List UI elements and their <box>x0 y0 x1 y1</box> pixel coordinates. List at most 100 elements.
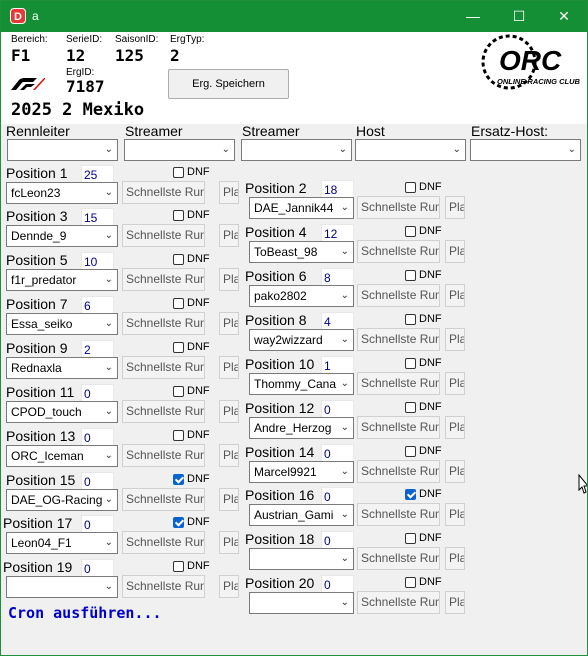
position-3-driver-dropdown[interactable]: Dennde_9 ⌄ <box>6 225 118 247</box>
position-8-fastest-lap-button[interactable]: Schnellste Runde <box>357 328 440 351</box>
position-17-dnf-checkbox[interactable]: DNF <box>173 516 210 528</box>
chevron-down-icon: ⌄ <box>104 230 113 241</box>
position-4-dnf-checkbox[interactable]: DNF <box>405 225 442 237</box>
position-6-fastest-lap-button[interactable]: Schnellste Runde <box>357 284 440 307</box>
dnf-label: DNF <box>419 181 442 193</box>
rennleiter-dropdown[interactable]: ⌄ <box>7 139 118 161</box>
streamer-1-dropdown[interactable]: ⌄ <box>124 139 235 161</box>
position-20-pla-button[interactable]: Pla <box>445 591 465 614</box>
position-13-driver-dropdown[interactable]: ORC_Iceman ⌄ <box>6 445 118 467</box>
position-19-driver-dropdown[interactable]: ⌄ <box>6 576 118 598</box>
position-9-driver-dropdown[interactable]: Rednaxla ⌄ <box>6 357 118 379</box>
ersatz-host-dropdown[interactable]: ⌄ <box>470 139 581 161</box>
streamer-2-dropdown[interactable]: ⌄ <box>241 139 352 161</box>
position-2-dnf-checkbox[interactable]: DNF <box>405 181 442 193</box>
cron-run-link[interactable]: Cron ausführen... <box>8 604 162 622</box>
position-13-driver-value: ORC_Iceman <box>11 449 84 463</box>
position-11-driver-dropdown[interactable]: CPOD_touch ⌄ <box>6 401 118 423</box>
position-18-pla-button[interactable]: Pla <box>445 547 465 570</box>
position-14-dnf-checkbox[interactable]: DNF <box>405 445 442 457</box>
minimize-button[interactable]: — <box>450 1 496 32</box>
app-window: D a — ☐ ✕ Bereich: F1 SerieID: 12 Saison… <box>0 0 588 656</box>
position-14-pla-button[interactable]: Pla <box>445 460 465 483</box>
dnf-label: DNF <box>187 166 210 178</box>
position-1-pla-button[interactable]: Pla <box>219 181 239 204</box>
position-18-fastest-lap-button[interactable]: Schnellste Runde <box>357 547 440 570</box>
maximize-button[interactable]: ☐ <box>496 1 542 32</box>
position-10-fastest-lap-button[interactable]: Schnellste Runde <box>357 372 440 395</box>
position-8-dnf-checkbox[interactable]: DNF <box>405 313 442 325</box>
position-4-fastest-lap-button[interactable]: Schnellste Runde <box>357 240 440 263</box>
position-1-driver-dropdown[interactable]: fcLeon23 ⌄ <box>6 182 118 204</box>
position-7-pla-button[interactable]: Pla <box>219 312 239 335</box>
position-4-driver-dropdown[interactable]: ToBeast_98 ⌄ <box>249 241 354 263</box>
position-17-fastest-lap-button[interactable]: Schnellste Runde <box>122 531 205 554</box>
position-18-dnf-checkbox[interactable]: DNF <box>405 532 442 544</box>
position-6-pla-button[interactable]: Pla <box>445 284 465 307</box>
position-5-driver-dropdown[interactable]: f1r_predator ⌄ <box>6 269 118 291</box>
position-1-fastest-lap-button[interactable]: Schnellste Runde <box>122 181 205 204</box>
position-14-driver-dropdown[interactable]: Marcel9921 ⌄ <box>249 461 354 483</box>
position-12-fastest-lap-button[interactable]: Schnellste Runde <box>357 416 440 439</box>
position-15-pla-button[interactable]: Pla <box>219 488 239 511</box>
position-12-pla-button[interactable]: Pla <box>445 416 465 439</box>
position-10-driver-dropdown[interactable]: Thommy_Cana ⌄ <box>249 373 354 395</box>
position-20-driver-dropdown[interactable]: ⌄ <box>249 592 354 614</box>
position-12-dnf-checkbox[interactable]: DNF <box>405 401 442 413</box>
position-20-fastest-lap-button[interactable]: Schnellste Runde <box>357 591 440 614</box>
position-3-dnf-checkbox[interactable]: DNF <box>173 209 210 221</box>
position-20-dnf-checkbox[interactable]: DNF <box>405 576 442 588</box>
position-11-dnf-checkbox[interactable]: DNF <box>173 385 210 397</box>
position-5-pla-button[interactable]: Pla <box>219 268 239 291</box>
position-15-driver-dropdown[interactable]: DAE_OG-Racing ⌄ <box>6 489 118 511</box>
position-19-pla-button[interactable]: Pla <box>219 575 239 598</box>
position-10-dnf-checkbox[interactable]: DNF <box>405 357 442 369</box>
position-17-pla-button[interactable]: Pla <box>219 531 239 554</box>
position-10-pla-button[interactable]: Pla <box>445 372 465 395</box>
position-19-fastest-lap-button[interactable]: Schnellste Runde <box>122 575 205 598</box>
close-button[interactable]: ✕ <box>541 1 587 32</box>
position-13-fastest-lap-button[interactable]: Schnellste Runde <box>122 444 205 467</box>
position-2-driver-dropdown[interactable]: DAE_Jannik44 ⌄ <box>249 197 354 219</box>
position-8-driver-dropdown[interactable]: way2wizzard ⌄ <box>249 329 354 351</box>
save-results-button[interactable]: Erg. Speichern <box>168 69 289 99</box>
position-15-fastest-lap-button[interactable]: Schnellste Runde <box>122 488 205 511</box>
position-8-pla-button[interactable]: Pla <box>445 328 465 351</box>
position-16-driver-dropdown[interactable]: Austrian_Gami ⌄ <box>249 504 354 526</box>
position-19-dnf-checkbox[interactable]: DNF <box>173 560 210 572</box>
position-14-fastest-lap-button[interactable]: Schnellste Runde <box>357 460 440 483</box>
position-5-driver-value: f1r_predator <box>11 273 77 287</box>
position-13-pla-button[interactable]: Pla <box>219 444 239 467</box>
position-6-dnf-checkbox[interactable]: DNF <box>405 269 442 281</box>
position-7-dnf-checkbox[interactable]: DNF <box>173 297 210 309</box>
position-9-pla-button[interactable]: Pla <box>219 356 239 379</box>
position-15-dnf-checkbox[interactable]: DNF <box>173 473 210 485</box>
position-5-fastest-lap-button[interactable]: Schnellste Runde <box>122 268 205 291</box>
position-9-dnf-checkbox[interactable]: DNF <box>173 341 210 353</box>
position-13-dnf-checkbox[interactable]: DNF <box>173 429 210 441</box>
position-3-pla-button[interactable]: Pla <box>219 224 239 247</box>
mouse-cursor-icon <box>578 474 587 494</box>
position-3-label: Position 3 <box>6 208 68 224</box>
position-16-pla-button[interactable]: Pla <box>445 503 465 526</box>
chevron-down-icon: ⌄ <box>104 537 113 548</box>
position-9-fastest-lap-button[interactable]: Schnellste Runde <box>122 356 205 379</box>
position-11-fastest-lap-button[interactable]: Schnellste Runde <box>122 400 205 423</box>
position-18-driver-dropdown[interactable]: ⌄ <box>249 548 354 570</box>
position-17-driver-dropdown[interactable]: Leon04_F1 ⌄ <box>6 532 118 554</box>
position-12-driver-dropdown[interactable]: Andre_Herzog ⌄ <box>249 417 354 439</box>
host-dropdown[interactable]: ⌄ <box>355 139 466 161</box>
position-5-dnf-checkbox[interactable]: DNF <box>173 253 210 265</box>
position-16-dnf-checkbox[interactable]: DNF <box>405 488 442 500</box>
position-4-pla-button[interactable]: Pla <box>445 240 465 263</box>
position-16-fastest-lap-button[interactable]: Schnellste Runde <box>357 503 440 526</box>
position-6-driver-dropdown[interactable]: pako2802 ⌄ <box>249 285 354 307</box>
position-2-fastest-lap-button[interactable]: Schnellste Runde <box>357 196 440 219</box>
position-3-fastest-lap-button[interactable]: Schnellste Runde <box>122 224 205 247</box>
position-7-driver-dropdown[interactable]: Essa_seiko ⌄ <box>6 313 118 335</box>
position-2-pla-button[interactable]: Pla <box>445 196 465 219</box>
position-8-driver-value: way2wizzard <box>254 333 323 347</box>
position-11-pla-button[interactable]: Pla <box>219 400 239 423</box>
position-1-dnf-checkbox[interactable]: DNF <box>173 166 210 178</box>
position-7-fastest-lap-button[interactable]: Schnellste Runde <box>122 312 205 335</box>
